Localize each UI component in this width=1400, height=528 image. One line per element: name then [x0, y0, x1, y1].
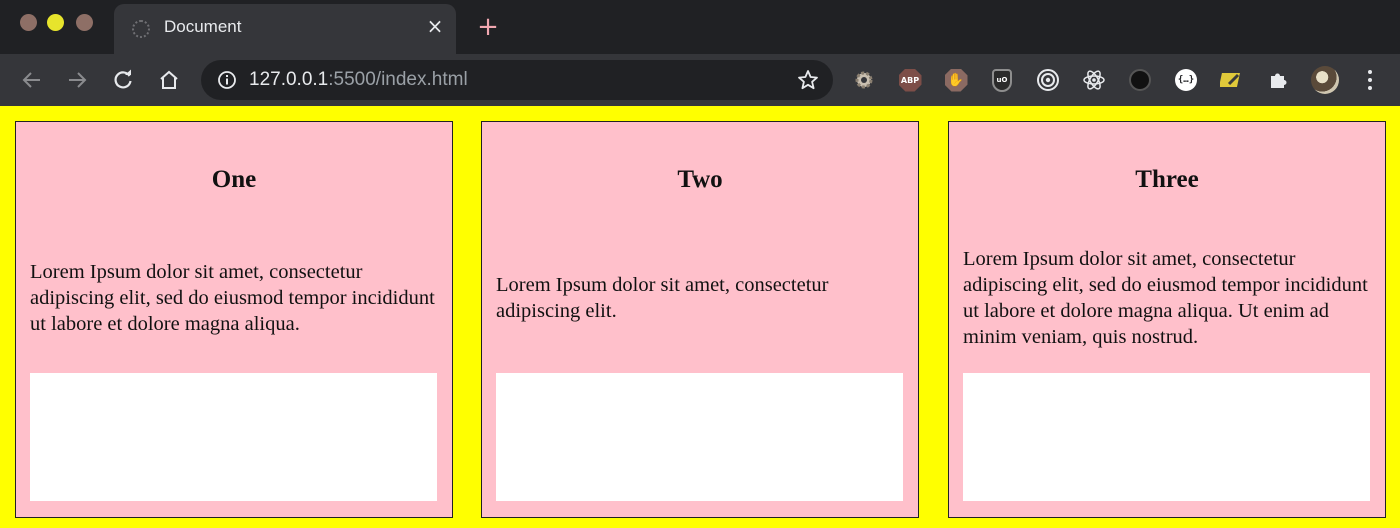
card-title: Three: [1135, 166, 1199, 193]
react-atom-icon: [1083, 70, 1105, 90]
extensions-button[interactable]: [1266, 68, 1290, 92]
card-three: Three Lorem Ipsum dolor sit amet, consec…: [948, 121, 1386, 518]
pencil-extension-icon[interactable]: [1220, 68, 1244, 92]
info-icon[interactable]: [217, 70, 237, 90]
address-bar[interactable]: 127.0.0.1:5500/index.html: [201, 60, 833, 100]
card-white-box: [496, 373, 903, 501]
bookmark-star-icon[interactable]: [797, 69, 819, 91]
kebab-dot-icon: [1368, 86, 1372, 90]
card-two: Two Lorem Ipsum dolor sit amet, consecte…: [481, 121, 919, 518]
puzzle-icon: [1271, 73, 1287, 88]
url-text[interactable]: 127.0.0.1:5500/index.html: [249, 69, 468, 91]
home-icon: [160, 70, 178, 89]
target-extension-icon[interactable]: [1036, 68, 1060, 92]
abp-icon: ABP: [898, 68, 922, 92]
adblock-plus-extension-icon[interactable]: ABP: [898, 68, 922, 92]
pencil-icon: [1220, 73, 1240, 87]
react-devtools-extension-icon[interactable]: [1082, 68, 1106, 92]
ublock-icon: uO: [992, 68, 1012, 92]
target-icon: [1037, 69, 1059, 91]
page-content: One Lorem Ipsum dolor sit amet, consecte…: [0, 106, 1400, 528]
new-tab-button[interactable]: +: [474, 13, 502, 41]
card-text: Lorem Ipsum dolor sit amet, consectetur …: [963, 248, 1368, 348]
profile-avatar-button[interactable]: [1311, 66, 1339, 94]
hand-stop-extension-icon[interactable]: ✋: [944, 68, 968, 92]
window-maximize-button[interactable]: [76, 14, 93, 31]
ublock-origin-extension-icon[interactable]: uO: [990, 68, 1014, 92]
kebab-dot-icon: [1368, 78, 1372, 82]
tab-strip: Document × +: [0, 0, 1400, 54]
settings-gear-extension-icon[interactable]: [852, 68, 876, 92]
dark-circle-icon: [1129, 69, 1151, 91]
arrow-left-icon: [22, 72, 40, 88]
card-title: Two: [677, 166, 723, 193]
reload-icon: [114, 69, 132, 89]
more-menu-button[interactable]: [1360, 68, 1380, 92]
card-white-box: [30, 373, 437, 501]
card-title: One: [211, 166, 257, 193]
forward-button[interactable]: [61, 64, 93, 96]
tab-title: Document: [164, 17, 242, 36]
tab-close-icon[interactable]: ×: [422, 13, 448, 39]
window-close-button[interactable]: [20, 14, 37, 31]
gear-icon: [855, 71, 873, 89]
avatar: [1311, 66, 1339, 94]
card-text: Lorem Ipsum dolor sit amet, consectetur …: [496, 274, 829, 322]
card-white-box: [963, 373, 1370, 501]
back-button[interactable]: [16, 64, 48, 96]
url-host: 127.0.0.1: [249, 69, 329, 90]
card-one: One Lorem Ipsum dolor sit amet, consecte…: [15, 121, 453, 518]
kebab-dot-icon: [1368, 70, 1372, 74]
url-path: :5500/index.html: [328, 69, 468, 90]
loading-favicon-icon: [132, 20, 150, 38]
json-viewer-extension-icon[interactable]: {…}: [1174, 68, 1198, 92]
window-minimize-button[interactable]: [47, 14, 64, 31]
browser-toolbar: 127.0.0.1:5500/index.html ABP ✋ uO {…}: [0, 54, 1400, 106]
hand-icon: ✋: [944, 68, 968, 92]
tab-document[interactable]: Document ×: [114, 4, 456, 54]
card-text: Lorem Ipsum dolor sit amet, consectetur …: [30, 261, 435, 335]
json-braces-icon: {…}: [1175, 69, 1197, 91]
arrow-right-icon: [69, 72, 87, 88]
dark-reader-extension-icon[interactable]: [1128, 68, 1152, 92]
home-button[interactable]: [153, 64, 185, 96]
reload-button[interactable]: [107, 64, 139, 96]
